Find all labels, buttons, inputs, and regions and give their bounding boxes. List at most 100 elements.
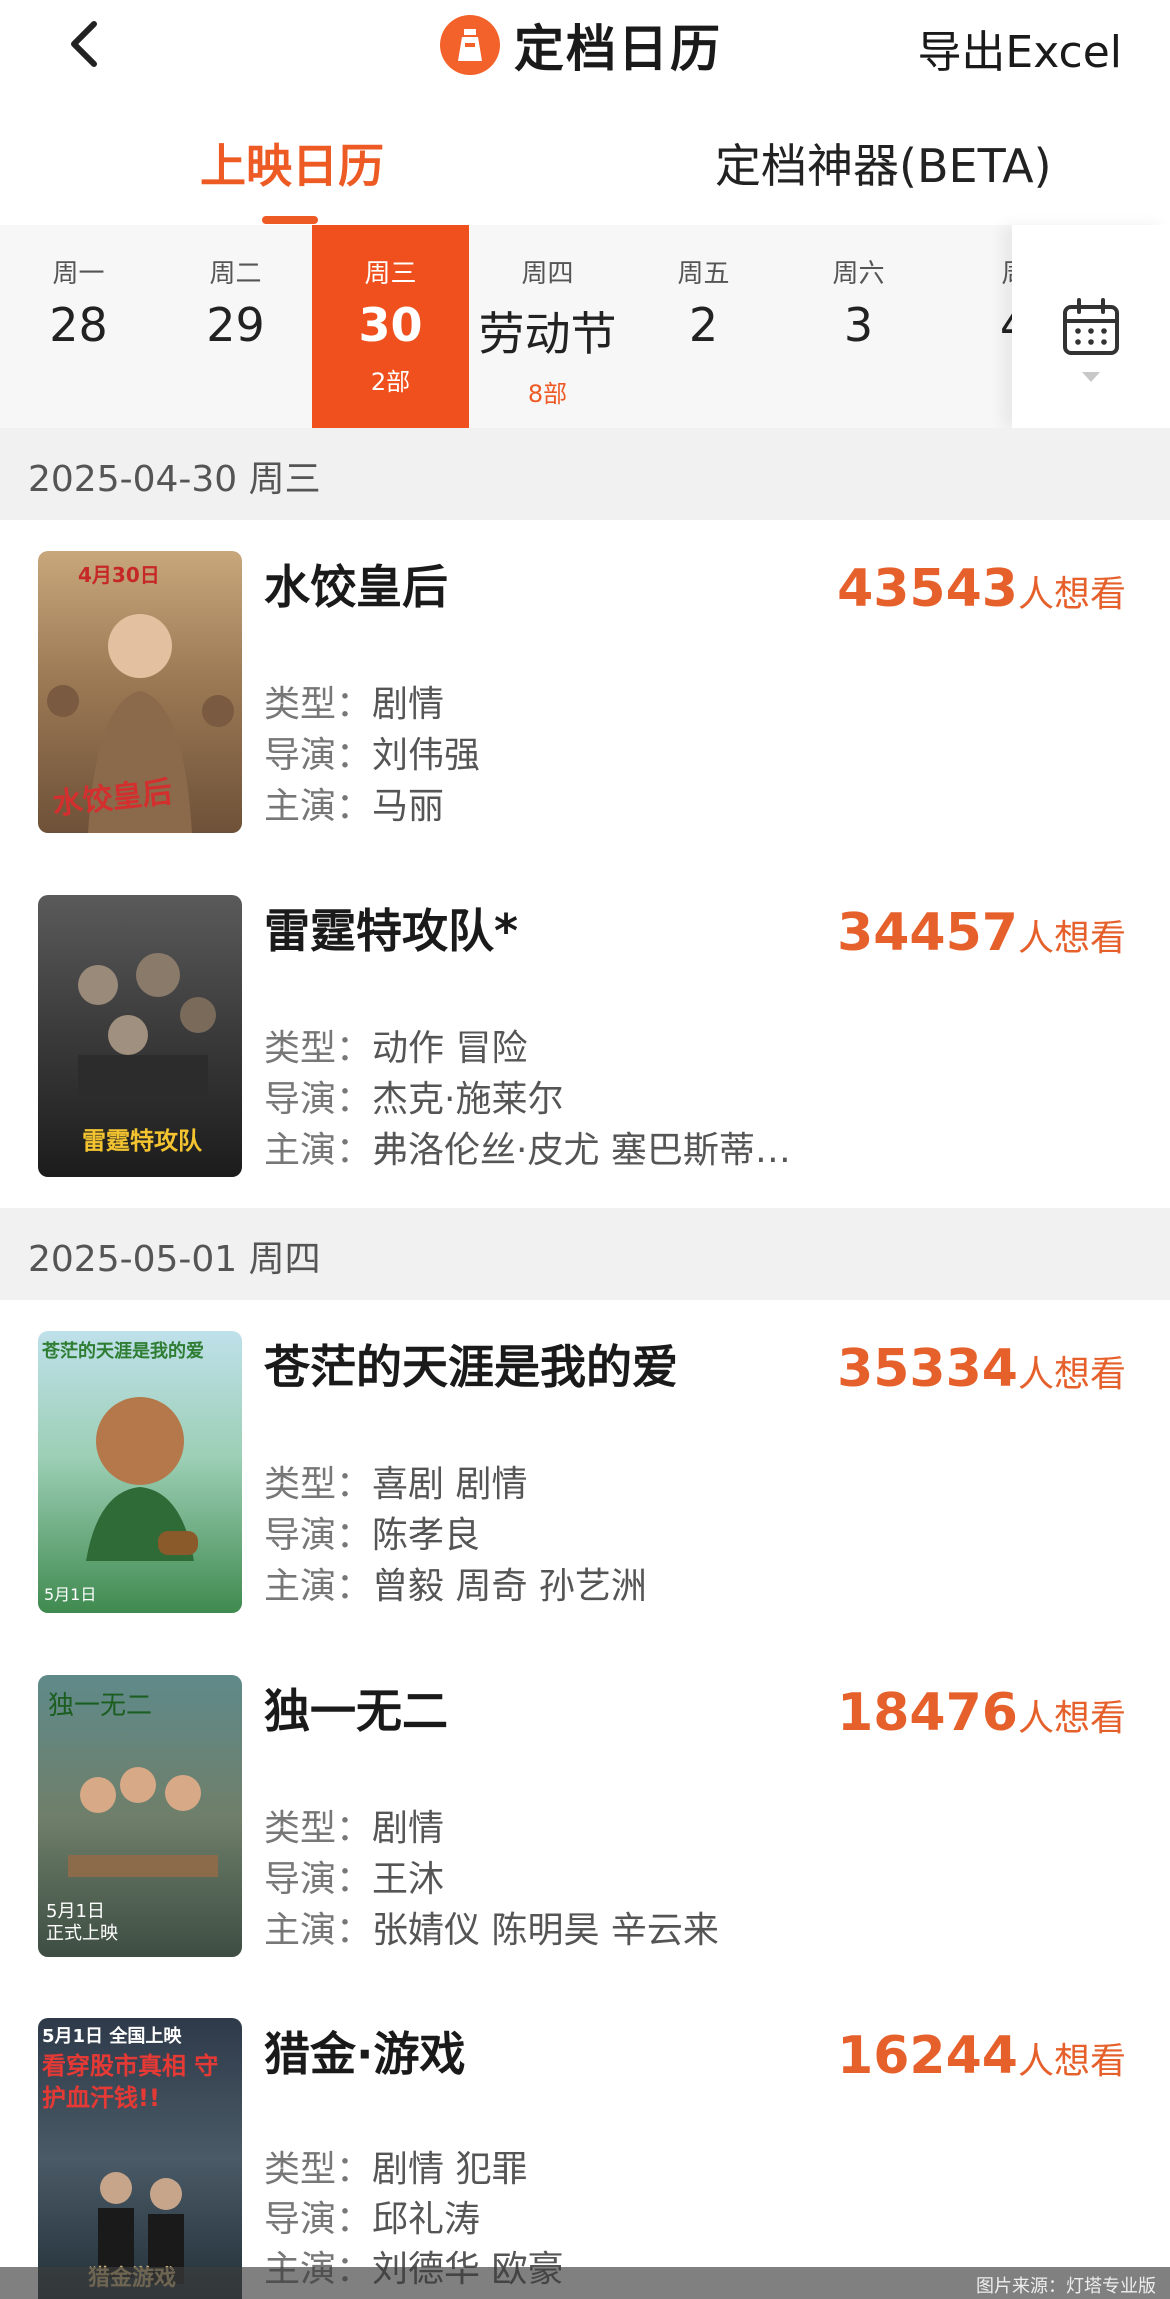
active-tab-indicator [262, 216, 318, 224]
cast-value: 马丽 [372, 786, 445, 827]
movie-item[interactable]: 5月1日 全国上映 看穿股市真相 守护血汗钱!! 猎金游戏 猎金·游戏 1624… [0, 2018, 1170, 2299]
movie-poster: 5月1日 全国上映 看穿股市真相 守护血汗钱!! 猎金游戏 [38, 2018, 242, 2299]
cast-line: 主演：马丽 [264, 777, 444, 829]
poster-caption-top: 5月1日 全国上映 [42, 2026, 182, 2047]
movie-item[interactable]: 独一无二 5月1日 正式上映 独一无二 18476人想看 类型：剧情 导演：王沐… [0, 1675, 1170, 1975]
date-item[interactable]: 周六 3 [780, 225, 937, 428]
movie-poster: 雷霆特攻队 [38, 895, 242, 1177]
date-number: 2 [688, 298, 719, 352]
movie-item[interactable]: 4月30日 水饺皇后 水饺皇后 43543人想看 类型：剧情 导演：刘伟强 主演… [0, 551, 1170, 851]
weekday-label: 周三 [364, 259, 417, 289]
cast-key: 主演： [264, 1910, 373, 1951]
date-number: 3 [843, 298, 874, 352]
date-item[interactable]: 周四 劳动节 8部 [469, 225, 626, 428]
cast-key: 主演： [264, 1130, 373, 1171]
date-number: 28 [49, 298, 108, 352]
export-excel-button[interactable]: 导出Excel [917, 16, 1122, 80]
weekday-label: 周四 [521, 259, 574, 289]
release-count: 8部 [527, 380, 568, 408]
cast-key: 主演： [264, 1566, 373, 1607]
watermark-bar: 图片来源：灯塔专业版 [0, 2267, 1170, 2299]
poster-caption-top: 4月30日 [78, 563, 160, 587]
director-line: 导演：邱礼涛 [264, 2190, 480, 2242]
lighthouse-logo-icon [440, 15, 500, 75]
date-number: 劳动节 [478, 307, 617, 361]
want-to-see-count: 18476人想看 [837, 1683, 1126, 1743]
genre-value: 剧情 [372, 1808, 445, 1849]
director-line: 导演：刘伟强 [264, 726, 480, 778]
movie-title: 水饺皇后 [264, 560, 448, 614]
page-title: 定档日历 [514, 20, 722, 78]
release-count: 2部 [370, 368, 411, 396]
movie-poster: 独一无二 5月1日 正式上映 [38, 1675, 242, 1957]
date-strip: 周一 28 周二 29 周三 30 2部 周四 劳动节 8部 周五 2 周六 3… [0, 225, 1170, 428]
cast-value: 弗洛伦丝·皮尤 塞巴斯蒂… [372, 1130, 791, 1171]
want-unit: 人想看 [1017, 574, 1126, 615]
weekday-label: 周二 [209, 259, 262, 289]
genre-key: 类型： [264, 2149, 373, 2190]
want-unit: 人想看 [1017, 1698, 1126, 1739]
genre-line: 类型：剧情 [264, 675, 444, 727]
director-value: 刘伟强 [372, 735, 481, 776]
section-date: 2025-04-30 周三 [28, 459, 321, 500]
director-line: 导演：王沐 [264, 1850, 444, 1902]
cast-key: 主演： [264, 786, 373, 827]
tab-release-calendar[interactable]: 上映日历 [200, 130, 384, 196]
genre-key: 类型： [264, 1464, 373, 1505]
movie-title: 雷霆特攻队* [264, 904, 519, 958]
want-unit: 人想看 [1017, 2041, 1126, 2082]
director-key: 导演： [264, 2199, 373, 2240]
top-tabs: 上映日历 定档神器(BETA) [0, 130, 1170, 225]
director-key: 导演： [264, 1859, 373, 1900]
dropdown-arrow-icon [1082, 367, 1100, 386]
want-number: 34457 [837, 903, 1018, 963]
date-number: 29 [206, 298, 265, 352]
want-number: 43543 [837, 559, 1018, 619]
section-date: 2025-05-01 周四 [28, 1239, 321, 1280]
cast-value: 曾毅 周奇 孙艺洲 [372, 1566, 647, 1607]
date-item[interactable]: 周二 29 [157, 225, 314, 428]
date-section-header: 2025-05-01 周四 [0, 1208, 1170, 1300]
genre-value: 喜剧 剧情 [372, 1464, 528, 1505]
genre-line: 类型：剧情 [264, 1799, 444, 1851]
poster-caption-bottom: 5月1日 正式上映 [46, 1901, 118, 1944]
want-number: 18476 [837, 1683, 1018, 1743]
want-number: 16244 [837, 2026, 1018, 2086]
weekday-label: 周五 [677, 259, 730, 289]
calendar-picker-button[interactable] [1012, 225, 1170, 428]
director-key: 导演： [264, 1515, 373, 1556]
cast-line: 主演：张婧仪 陈明昊 辛云来 [264, 1901, 719, 1953]
movie-item[interactable]: 苍茫的天涯是我的爱 5月1日 苍茫的天涯是我的爱 35334人想看 类型：喜剧 … [0, 1331, 1170, 1631]
watermark-text: 图片来源：灯塔专业版 [976, 2276, 1156, 2297]
tab-scheduling-tool[interactable]: 定档神器(BETA) [715, 130, 1052, 196]
movie-title: 独一无二 [264, 1684, 448, 1738]
genre-key: 类型： [264, 684, 373, 725]
date-section-header: 2025-04-30 周三 [0, 428, 1170, 520]
calendar-icon [1061, 297, 1121, 361]
want-to-see-count: 16244人想看 [837, 2026, 1126, 2086]
date-item-selected[interactable]: 周三 30 2部 [312, 225, 469, 428]
cast-line: 主演：曾毅 周奇 孙艺洲 [264, 1557, 647, 1609]
poster-caption-mid: 看穿股市真相 守护血汗钱!! [42, 2052, 219, 2112]
genre-key: 类型： [264, 1028, 373, 1069]
genre-line: 类型：剧情 犯罪 [264, 2140, 527, 2192]
director-key: 导演： [264, 1079, 373, 1120]
genre-value: 剧情 犯罪 [372, 2149, 528, 2190]
back-icon[interactable] [56, 14, 116, 74]
poster-caption-top: 苍茫的天涯是我的爱 [42, 1341, 204, 1362]
movie-poster: 苍茫的天涯是我的爱 5月1日 [38, 1331, 242, 1613]
cast-value: 张婧仪 陈明昊 辛云来 [372, 1910, 719, 1951]
title-group: 定档日历 [440, 10, 722, 80]
poster-caption-bottom: 雷霆特攻队 [82, 1127, 202, 1155]
app-header: 定档日历 导出Excel [0, 0, 1170, 88]
cast-line: 主演：弗洛伦丝·皮尤 塞巴斯蒂… [264, 1121, 791, 1173]
poster-caption-top: 独一无二 [48, 1691, 153, 1721]
genre-value: 动作 冒险 [372, 1028, 528, 1069]
want-unit: 人想看 [1017, 1354, 1126, 1395]
movie-item[interactable]: 雷霆特攻队 雷霆特攻队* 34457人想看 类型：动作 冒险 导演：杰克·施莱尔… [0, 895, 1170, 1195]
director-value: 邱礼涛 [372, 2199, 481, 2240]
date-item[interactable]: 周一 28 [0, 225, 157, 428]
date-item[interactable]: 周五 2 [625, 225, 782, 428]
weekday-label: 周一 [52, 259, 105, 289]
movie-poster: 4月30日 水饺皇后 [38, 551, 242, 833]
